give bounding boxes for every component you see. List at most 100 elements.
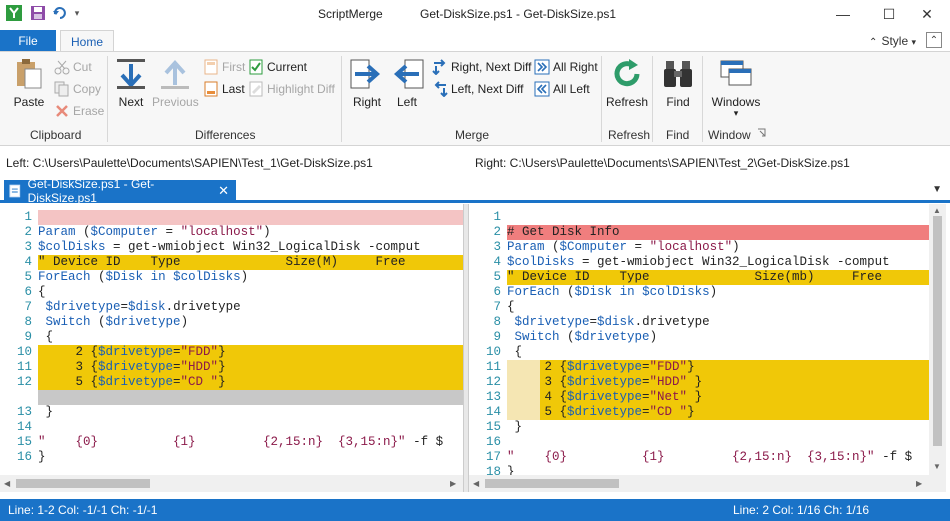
code-text: ForEach ($Disk in $colDisks) (507, 285, 718, 299)
erase-button[interactable]: Erase (54, 102, 104, 120)
code-line[interactable]: 5 ForEach ($Disk in $colDisks) (0, 270, 463, 285)
first-button[interactable]: First (203, 58, 245, 76)
code-text: 5 {$drivetype="CD "} (38, 375, 226, 389)
code-line[interactable]: 14 5 {$drivetype="CD "} (469, 405, 929, 420)
code-line[interactable]: 13 } (0, 405, 463, 420)
line-number: 4 (493, 255, 501, 269)
document-tab[interactable]: Get-DiskSize.ps1 - Get-DiskSize.ps1 ✕ (4, 177, 236, 205)
code-line[interactable]: 9 { (0, 330, 463, 345)
scissors-icon (54, 60, 70, 75)
code-line[interactable]: 13 4 {$drivetype="Net" } (469, 390, 929, 405)
all-right-label: All Right (553, 60, 598, 74)
collapse-ribbon-button[interactable]: ⌃ (926, 32, 942, 48)
code-line[interactable]: 4 " Device ID Type Size(M) Free (0, 255, 463, 270)
cut-label: Cut (73, 60, 92, 74)
code-line[interactable]: 1 (469, 210, 929, 225)
code-line[interactable]: 8 $drivetype=$disk.drivetype (469, 315, 929, 330)
merge-left-button[interactable]: Left (390, 57, 424, 109)
paste-button[interactable]: Paste (8, 57, 50, 109)
previous-button[interactable]: Previous (152, 57, 199, 109)
code-line[interactable]: 18} (469, 465, 929, 475)
find-label: Find (666, 95, 690, 109)
line-number: 16 (485, 435, 501, 449)
current-icon (249, 59, 263, 75)
last-button[interactable]: Last (203, 80, 245, 98)
diff-highlight (38, 450, 463, 465)
chevron-down-icon: ▾ (733, 108, 739, 118)
scroll-up-icon[interactable]: ▲ (933, 206, 941, 215)
code-line[interactable]: 5 " Device ID Type Size(mb) Free (469, 270, 929, 285)
right-vertical-scrollbar[interactable]: ▲ ▼ (929, 204, 946, 475)
cut-button[interactable]: Cut (54, 58, 92, 76)
code-line[interactable]: 8 Switch ($drivetype) (0, 315, 463, 330)
save-icon[interactable] (30, 5, 46, 21)
code-line[interactable]: 7 $drivetype=$disk.drivetype (0, 300, 463, 315)
tab-home[interactable]: Home (60, 30, 114, 53)
left-next-diff-button[interactable]: Left, Next Diff (432, 80, 523, 98)
scrollbar-thumb[interactable] (16, 479, 150, 488)
scroll-left-icon[interactable]: ◀ (4, 479, 10, 488)
right-editor[interactable]: 1 2 # Get Disk Info 3 Param ($Computer = "lo… (469, 204, 929, 475)
code-line[interactable]: 4 $colDisks = get-wmiobject Win32_Logical… (469, 255, 929, 270)
left-horizontal-scrollbar[interactable]: ◀ ▶ (0, 475, 463, 492)
code-line[interactable]: 6{ (0, 285, 463, 300)
code-line[interactable]: 15 } (469, 420, 929, 435)
diff-highlight (507, 420, 929, 435)
scrollbar-thumb[interactable] (485, 479, 619, 488)
all-right-button[interactable]: All Right (534, 58, 598, 76)
diff-highlight (38, 420, 463, 435)
find-button[interactable]: Find (660, 57, 696, 109)
line-number: 18 (485, 465, 501, 475)
scroll-right-icon[interactable]: ▶ (916, 479, 922, 488)
highlight-diff-button[interactable]: Highlight Diff (248, 80, 335, 98)
separator (652, 56, 653, 142)
code-line[interactable]: 17 " {0} {1} {2,15:n} {3,15:n}" -f $ (469, 450, 929, 465)
code-line[interactable]: 11 3 {$drivetype="HDD"} (0, 360, 463, 375)
code-line[interactable]: 14 (0, 420, 463, 435)
left-editor[interactable]: 1 2 Param ($Computer = "localhost") 3 $colDi… (0, 204, 463, 475)
code-line[interactable]: 9 Switch ($drivetype) (469, 330, 929, 345)
scroll-left-icon[interactable]: ◀ (473, 479, 479, 488)
scroll-down-icon[interactable]: ▼ (933, 462, 941, 471)
code-line[interactable]: 3 $colDisks = get-wmiobject Win32_Logical… (0, 240, 463, 255)
code-line[interactable]: 2 Param ($Computer = "localhost") (0, 225, 463, 240)
undo-icon[interactable] (52, 5, 68, 21)
customize-toolbar-icon[interactable]: ▾ (72, 5, 82, 21)
refresh-button[interactable]: Refresh (606, 57, 648, 109)
code-line[interactable]: 16} (0, 450, 463, 465)
code-line[interactable]: 15 " {0} {1} {2,15:n} {3,15:n}" -f $ (0, 435, 463, 450)
code-line[interactable]: 16 (469, 435, 929, 450)
code-line[interactable]: 12 3 {$drivetype="HDD" } (469, 375, 929, 390)
code-line[interactable]: 12 5 {$drivetype="CD "} (0, 375, 463, 390)
close-tab-icon[interactable]: ✕ (218, 183, 229, 199)
copy-button[interactable]: Copy (54, 80, 101, 98)
line-number: 15 (485, 420, 501, 434)
code-line[interactable] (0, 390, 463, 405)
code-line[interactable]: 7{ (469, 300, 929, 315)
style-menu[interactable]: ⌃ Style ▾ (869, 34, 916, 48)
all-left-button[interactable]: All Left (534, 80, 590, 98)
tab-list-dropdown-icon[interactable]: ▼ (932, 184, 942, 195)
scroll-right-icon[interactable]: ▶ (450, 479, 456, 488)
dialog-launcher-icon[interactable] (757, 128, 766, 137)
code-line[interactable]: 10 2 {$drivetype="FDD"} (0, 345, 463, 360)
current-button[interactable]: Current (248, 58, 307, 76)
code-line[interactable]: 10 { (469, 345, 929, 360)
tab-file[interactable]: File (0, 30, 56, 52)
code-line[interactable]: 6 ForEach ($Disk in $colDisks) (469, 285, 929, 300)
right-horizontal-scrollbar[interactable]: ◀ ▶ (469, 475, 929, 492)
separator (341, 56, 342, 142)
code-line[interactable]: 1 (0, 210, 463, 225)
window-group-label: Window (708, 128, 751, 142)
merge-left-label: Left (396, 95, 417, 109)
right-next-diff-button[interactable]: Right, Next Diff (432, 58, 531, 76)
close-button[interactable]: ✕ (904, 0, 950, 28)
merge-right-button[interactable]: Right (350, 57, 384, 109)
minimize-button[interactable]: — (820, 0, 866, 28)
next-button[interactable]: Next (114, 57, 148, 109)
code-line[interactable]: 11 2 {$drivetype="FDD"} (469, 360, 929, 375)
code-line[interactable]: 3 Param ($Computer = "localhost") (469, 240, 929, 255)
code-line[interactable]: 2 # Get Disk Info (469, 225, 929, 240)
scrollbar-thumb[interactable] (933, 216, 942, 446)
windows-button[interactable]: Windows ▾ (710, 57, 762, 118)
